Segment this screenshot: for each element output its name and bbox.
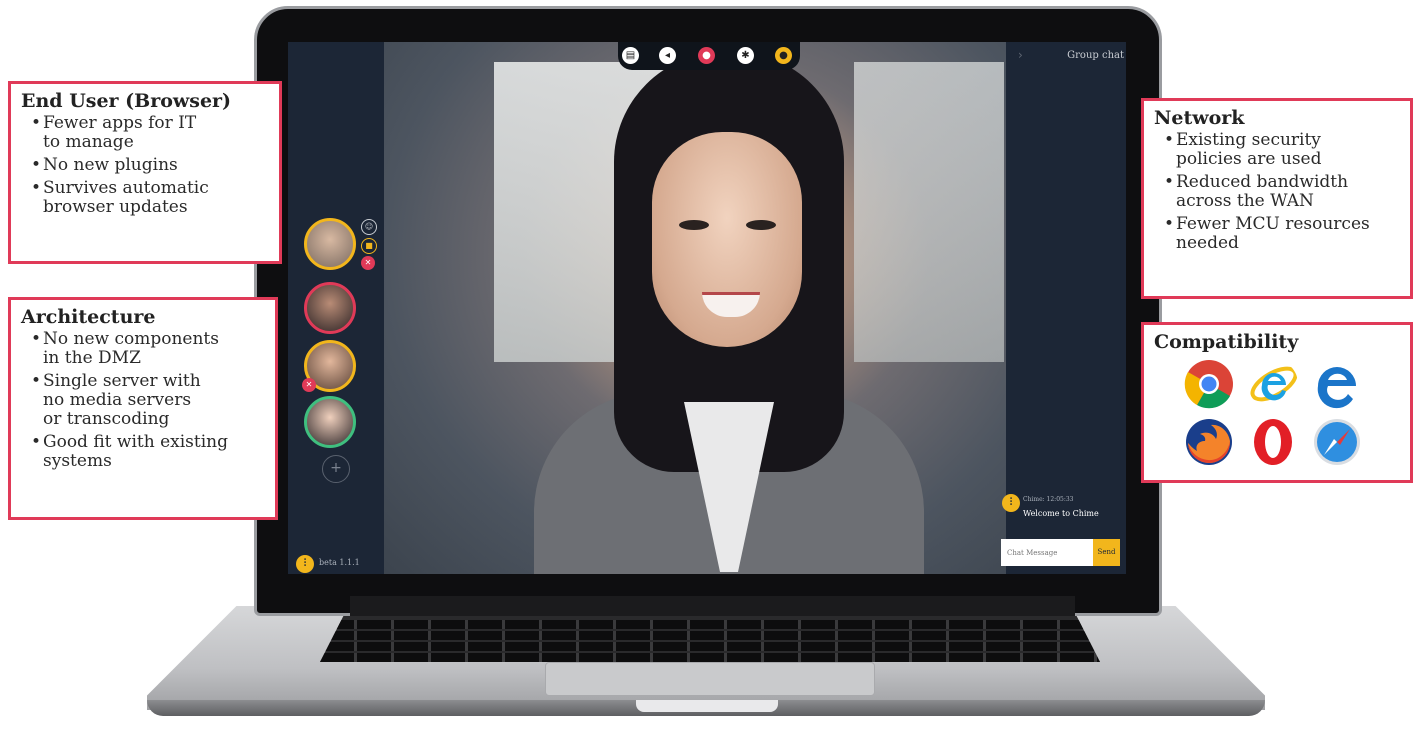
muted-badge-icon: ✕ [302,378,316,392]
callout-title: Network [1154,107,1245,129]
mute-icon[interactable]: ✕ [361,256,375,270]
callout-title: Compatibility [1154,331,1299,353]
main-video [384,42,1006,574]
chime-avatar-icon: ⫶ [1002,494,1020,512]
chat-panel-title: Group chat [1067,50,1124,61]
list-item: Existing security policies are used [1164,131,1400,169]
participants-rail: ☺ ■ ✕ ✕ + ⫶ beta 1.1.1 [288,42,384,574]
safari-icon [1314,419,1360,465]
laptop-hinge [350,596,1075,616]
video-icon[interactable]: ■ [361,238,377,254]
version-label: beta 1.1.1 [319,558,360,567]
trackpad [545,662,875,696]
settings-icon[interactable]: ✱ [737,47,754,64]
callout-list: Fewer apps for IT to manage No new plugi… [21,114,269,217]
profile-icon[interactable]: ☺ [361,219,377,235]
firefox-icon [1186,419,1232,465]
keyboard [320,616,1100,662]
participant-avatar[interactable] [304,218,356,270]
callout-architecture: Architecture No new components in the DM… [8,297,278,520]
list-item: Reduced bandwidth across the WAN [1164,173,1400,211]
callout-network: Network Existing security policies are u… [1141,98,1413,299]
list-item: No new plugins [31,156,269,176]
edge-icon [1317,367,1356,409]
internet-explorer-icon [1250,366,1298,402]
browser-icon-grid [1184,359,1400,467]
callout-end-user: End User (Browser) Fewer apps for IT to … [8,81,282,264]
callout-title: End User (Browser) [21,90,232,112]
app-screen: ☺ ■ ✕ ✕ + ⫶ beta 1.1.1 ▤ ◂ ● ✱ ● › Group… [288,42,1126,574]
send-button[interactable]: Send [1093,539,1120,566]
call-toolbar: ▤ ◂ ● ✱ ● [618,42,800,70]
list-item: Good fit with existing systems [31,433,265,471]
callout-compatibility: Compatibility [1141,322,1413,483]
add-participant-button[interactable]: + [322,455,350,483]
chime-logo-icon: ⫶ [296,555,314,573]
participant-avatar[interactable] [304,396,356,448]
lid-notch [636,700,778,712]
participant-avatar[interactable] [304,282,356,334]
document-icon[interactable]: ▤ [622,47,639,64]
chat-message-meta: Chime: 12:05:33 [1023,496,1074,503]
speaker-icon[interactable]: ◂ [659,47,676,64]
callout-list: No new components in the DMZ Single serv… [21,330,265,471]
list-item: Fewer MCU resources needed [1164,215,1400,253]
chat-icon[interactable]: ● [775,47,792,64]
list-item: Fewer apps for IT to manage [31,114,269,152]
chat-message-text: Welcome to Chime [1023,509,1099,518]
chat-message-input[interactable] [1001,539,1093,566]
list-item: Survives automatic browser updates [31,179,269,217]
callout-list: Existing security policies are used Redu… [1154,131,1400,253]
list-item: No new components in the DMZ [31,330,265,368]
list-item: Single server with no media servers or t… [31,372,265,429]
camera-icon[interactable]: ● [698,47,715,64]
callout-title: Architecture [21,306,156,328]
chevron-right-icon[interactable]: › [1018,48,1023,62]
chat-panel: › Group chat [1006,42,1126,574]
chrome-icon [1184,360,1233,409]
opera-icon [1254,419,1292,465]
